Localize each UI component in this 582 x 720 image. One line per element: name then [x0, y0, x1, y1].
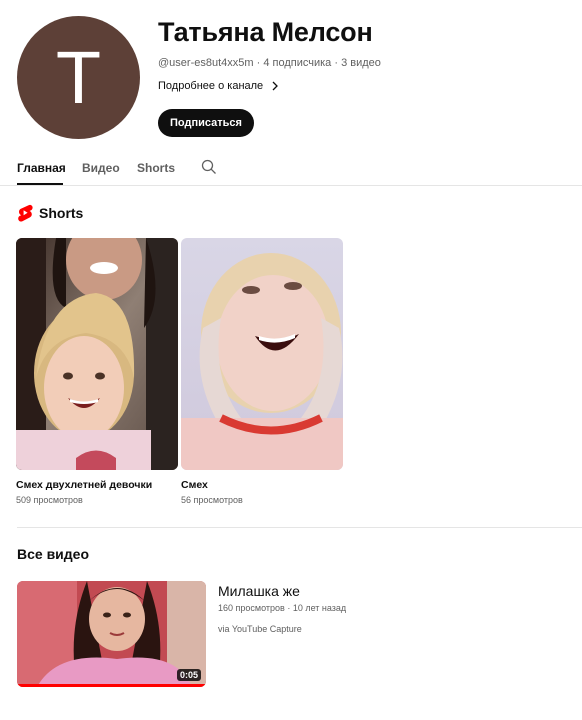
- video-item[interactable]: 0:05 Милашка же 160 просмотров · 10 лет …: [17, 581, 577, 687]
- short-thumbnail-image: [181, 238, 343, 470]
- short-title[interactable]: Смех: [181, 479, 343, 491]
- shorts-logo-icon: [18, 204, 33, 222]
- channel-meta: @user-es8ut4xx5m · 4 подписчика · 3 виде…: [158, 57, 381, 69]
- short-views: 56 просмотров: [181, 495, 243, 505]
- about-channel-label: Подробнее о канале: [158, 80, 264, 92]
- video-count: 3 видео: [341, 57, 381, 69]
- short-thumbnail-image: [16, 238, 178, 470]
- tab-home[interactable]: Главная: [17, 161, 66, 175]
- search-icon[interactable]: [201, 159, 217, 175]
- short-card[interactable]: Смех двухлетней девочки 509 просмотров: [16, 238, 178, 505]
- all-videos-section-header: Все видео: [17, 546, 89, 562]
- channel-header: Т Татьяна Мелсон @user-es8ut4xx5m · 4 по…: [0, 0, 582, 150]
- subscribe-button[interactable]: Подписаться: [158, 109, 254, 137]
- video-title[interactable]: Милашка же: [218, 583, 300, 599]
- short-thumbnail[interactable]: [16, 238, 178, 470]
- short-card[interactable]: Смех 56 просмотров: [181, 238, 343, 505]
- shorts-section-header: Shorts: [17, 204, 83, 222]
- video-views: 160 просмотров: [218, 603, 285, 613]
- channel-name: Татьяна Мелсон: [158, 17, 373, 47]
- about-channel-link[interactable]: Подробнее о канале: [158, 80, 281, 92]
- video-description: via YouTube Capture: [218, 624, 302, 634]
- section-divider: [17, 527, 582, 528]
- video-age: 10 лет назад: [292, 603, 347, 613]
- video-duration: 0:05: [176, 669, 201, 681]
- shorts-section-title: Shorts: [39, 205, 84, 221]
- video-meta: 160 просмотров · 10 лет назад: [218, 603, 346, 613]
- tab-videos[interactable]: Видео: [82, 161, 120, 175]
- active-tab-indicator: [17, 183, 63, 185]
- short-views: 509 просмотров: [16, 495, 83, 505]
- chevron-right-icon: [272, 81, 279, 91]
- video-thumbnail[interactable]: 0:05: [17, 581, 206, 687]
- short-thumbnail[interactable]: [181, 238, 343, 470]
- short-title[interactable]: Смех двухлетней девочки: [16, 479, 178, 491]
- channel-tabs: Главная Видео Shorts: [0, 150, 582, 186]
- watch-progress-bar: [17, 684, 206, 687]
- tab-shorts[interactable]: Shorts: [137, 161, 175, 175]
- subscriber-count: 4 подписчика: [263, 57, 332, 69]
- channel-avatar[interactable]: Т: [17, 16, 140, 139]
- channel-handle: @user-es8ut4xx5m: [158, 57, 254, 69]
- all-videos-title: Все видео: [17, 546, 90, 562]
